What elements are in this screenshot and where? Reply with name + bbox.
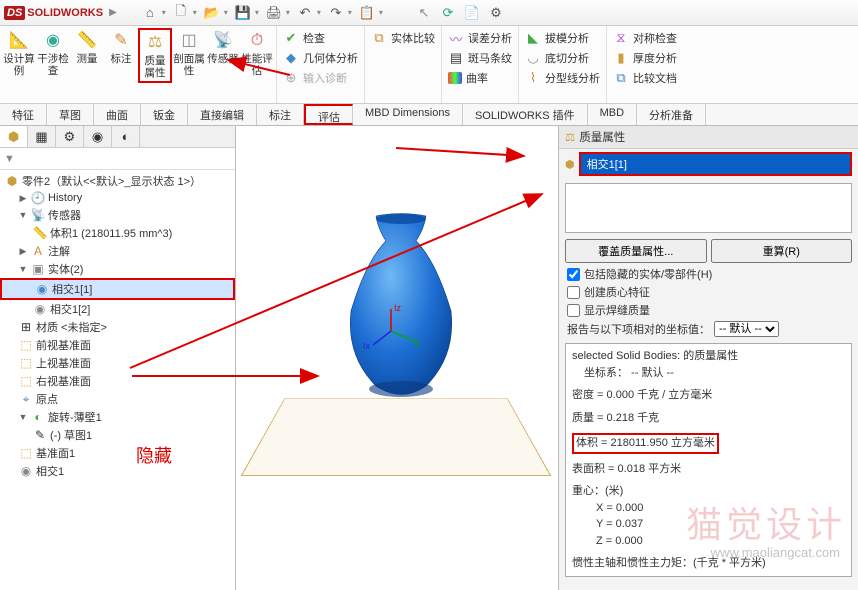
tab-markup[interactable]: 标注	[257, 104, 304, 125]
save-icon[interactable]: 💾	[234, 4, 252, 22]
volume-result: 体积 = 218011.950 立方毫米	[572, 433, 719, 454]
ground-plane	[241, 399, 551, 476]
open-icon[interactable]: 📂	[203, 4, 221, 22]
expand-icon[interactable]: ▶	[109, 7, 117, 18]
tree-bodies[interactable]: ▼▣实体(2)	[0, 260, 235, 278]
options-icon[interactable]: 📋	[358, 4, 376, 22]
doc-icon[interactable]: 📄	[463, 4, 481, 22]
redo-icon[interactable]: ↷	[327, 4, 345, 22]
section-properties-button[interactable]: ◫剖面属性	[172, 28, 206, 79]
chk-hidden-label: 包括隐藏的实体/零部件(H)	[584, 266, 712, 282]
tree-top-plane[interactable]: ⬚上视基准面	[0, 354, 235, 372]
tab-addins[interactable]: SOLIDWORKS 插件	[463, 104, 588, 125]
check-button[interactable]: ✔检查	[279, 28, 362, 48]
display-tab-icon[interactable]: ◉	[84, 126, 112, 147]
svg-text:Ix: Ix	[363, 341, 371, 351]
zebra-button[interactable]: ▤斑马条纹	[444, 48, 516, 68]
chk-hidden[interactable]	[567, 268, 580, 281]
config-tab-icon[interactable]: ⚙	[56, 126, 84, 147]
tree-annotations[interactable]: ▶A注解	[0, 242, 235, 260]
new-icon[interactable]: 🗋	[172, 4, 190, 22]
part-icon: ⬢	[565, 158, 575, 171]
model-viewport[interactable]: Iz Iy Ix	[236, 126, 558, 590]
tree-sensor-volume[interactable]: 📏体积1 (218011.95 mm^3)	[0, 224, 235, 242]
tab-mbd-dim[interactable]: MBD Dimensions	[353, 104, 463, 125]
tree-sensors[interactable]: ▼📡传感器	[0, 206, 235, 224]
svg-text:Iz: Iz	[394, 303, 402, 313]
design-study-button[interactable]: 📐设计算例	[2, 28, 36, 79]
draft-button[interactable]: ◣拔模分析	[521, 28, 604, 48]
property-tab-icon[interactable]: ▦	[28, 126, 56, 147]
home-icon[interactable]: ⌂	[141, 4, 159, 22]
tree-root[interactable]: ⬢零件2（默认<<默认>_显示状态 1>）	[0, 172, 235, 190]
tab-directedit[interactable]: 直接编辑	[188, 104, 257, 125]
chk-weld[interactable]	[567, 304, 580, 317]
symmetry-check-button[interactable]: ⧖对称检查	[609, 28, 681, 48]
geometry-analysis-button[interactable]: ◆几何体分析	[279, 48, 362, 68]
mass-properties-title: ⚖质量属性	[559, 126, 858, 149]
tab-sheetmetal[interactable]: 钣金	[141, 104, 188, 125]
chk-com-label: 创建质心特征	[584, 284, 650, 300]
tab-mbd[interactable]: MBD	[588, 104, 637, 125]
deviation-button[interactable]: 〰误差分析	[444, 28, 516, 48]
rebuild-icon[interactable]: ⟳	[439, 4, 457, 22]
markup-button[interactable]: ✎标注	[104, 28, 138, 68]
appearance-tab-icon[interactable]: ◐	[112, 126, 140, 147]
tab-analysis-prep[interactable]: 分析准备	[637, 104, 706, 125]
undo-icon[interactable]: ↶	[296, 4, 314, 22]
override-button[interactable]: 覆盖质量属性...	[565, 239, 707, 263]
tree-revolve[interactable]: ▼◐旋转-薄壁1	[0, 408, 235, 426]
featuretree-tab-icon[interactable]: ⬢	[0, 126, 28, 147]
parting-line-button[interactable]: ⌇分型线分析	[521, 68, 604, 88]
app-logo: DSSOLIDWORKS	[4, 6, 103, 20]
interference-button[interactable]: ◉干涉检查	[36, 28, 70, 79]
compare-doc-button[interactable]: ⧉比较文档	[609, 68, 681, 88]
tree-sketch-1[interactable]: ✎(-) 草图1	[0, 426, 235, 444]
measure-button[interactable]: 📏测量	[70, 28, 104, 68]
tab-sketch[interactable]: 草图	[47, 104, 94, 125]
import-diagnostics-button[interactable]: ⊕输入诊断	[279, 68, 362, 88]
selection-box[interactable]: 相交1[1]	[581, 154, 850, 174]
tree-intersect[interactable]: ◉相交1	[0, 462, 235, 480]
coord-label: 报告与以下项相对的坐标值：	[567, 321, 710, 337]
recalc-button[interactable]: 重算(R)	[711, 239, 853, 263]
tab-evaluate[interactable]: 评估	[304, 104, 353, 125]
chk-weld-label: 显示焊缝质量	[584, 302, 650, 318]
tree-plane-1[interactable]: ⬚基准面1	[0, 444, 235, 462]
undercut-button[interactable]: ◡底切分析	[521, 48, 604, 68]
svg-text:Iy: Iy	[413, 337, 421, 347]
print-icon[interactable]: 🖨	[265, 4, 283, 22]
tree-body-1[interactable]: ◉相交1[1]	[0, 278, 235, 300]
tab-surfaces[interactable]: 曲面	[94, 104, 141, 125]
origin-axis: Iz Iy Ix	[391, 331, 441, 384]
selection-list[interactable]	[565, 183, 852, 233]
curvature-button[interactable]: 曲率	[444, 68, 516, 88]
coord-select[interactable]: -- 默认 --	[714, 321, 779, 337]
tree-front-plane[interactable]: ⬚前视基准面	[0, 336, 235, 354]
tree-origin[interactable]: ⌖原点	[0, 390, 235, 408]
settings-icon[interactable]: ⚙	[487, 4, 505, 22]
select-icon[interactable]: ↖	[415, 4, 433, 22]
tree-history[interactable]: ▶🕘History	[0, 190, 235, 206]
tree-filter[interactable]: ▼	[0, 148, 235, 170]
tree-right-plane[interactable]: ⬚右视基准面	[0, 372, 235, 390]
thickness-button[interactable]: ▮厚度分析	[609, 48, 681, 68]
sensor-button[interactable]: 📡传感器	[206, 28, 240, 68]
chk-com[interactable]	[567, 286, 580, 299]
performance-eval-button[interactable]: ⏱性能评估	[240, 28, 274, 79]
tree-body-2[interactable]: ◉相交1[2]	[0, 300, 235, 318]
tab-features[interactable]: 特征	[0, 104, 47, 125]
results-area: selected Solid Bodies: 的质量属性 坐标系： -- 默认 …	[565, 343, 852, 577]
mass-properties-button[interactable]: ⚖质量属性	[138, 28, 172, 83]
body-compare-button[interactable]: ⧉实体比较	[367, 28, 439, 48]
tree-material[interactable]: ⊞材质 <未指定>	[0, 318, 235, 336]
